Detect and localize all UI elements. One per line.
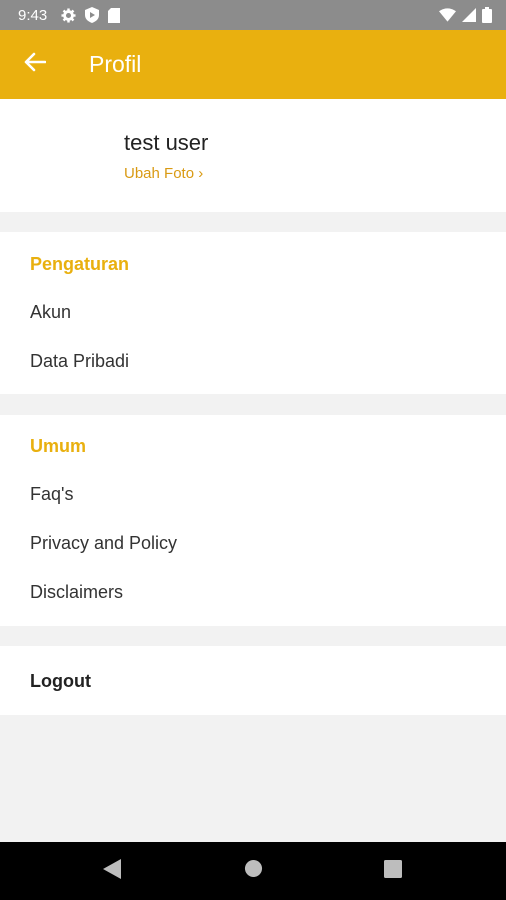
profile-card: test user Ubah Foto ›: [0, 99, 506, 212]
menu-item-label: Faq's: [30, 483, 74, 504]
general-header: Umum: [30, 436, 87, 456]
status-icons-right: [439, 7, 492, 23]
status-time: 9:43: [18, 6, 48, 24]
back-triangle-icon: [103, 858, 121, 884]
menu-item-disclaimers[interactable]: Disclaimers: [0, 570, 506, 614]
recents-square-icon: [384, 859, 402, 883]
system-nav-bar: [0, 842, 506, 900]
nav-recents-button[interactable]: [363, 842, 423, 900]
wifi-icon: [439, 8, 456, 22]
general-section: Umum Faq's Privacy and Policy Disclaimer…: [0, 415, 506, 626]
menu-item-label: Privacy and Policy: [30, 532, 178, 553]
user-name: test user: [124, 130, 209, 155]
profile-screen: 9:43 Profil test user Ubah Foto › Pengat…: [0, 0, 506, 900]
page-title: Profil: [89, 51, 142, 77]
nav-home-button[interactable]: [223, 842, 283, 900]
logout-label: Logout: [30, 670, 91, 691]
shield-icon: [85, 7, 100, 23]
menu-item-label: Disclaimers: [30, 581, 124, 602]
menu-item-privacy-policy[interactable]: Privacy and Policy: [0, 521, 506, 565]
sd-card-icon: [108, 7, 121, 23]
menu-item-personal-data[interactable]: Data Pribadi: [0, 339, 506, 383]
signal-icon: [462, 8, 476, 22]
menu-item-label: Data Pribadi: [30, 350, 130, 371]
settings-header: Pengaturan: [30, 254, 130, 274]
logout-section: Logout: [0, 646, 506, 715]
back-button[interactable]: [0, 30, 70, 99]
gear-icon: [61, 7, 76, 23]
status-icons-left: [61, 7, 121, 23]
change-photo-link[interactable]: Ubah Foto ›: [124, 165, 203, 182]
nav-back-button[interactable]: [82, 842, 142, 900]
battery-icon: [482, 7, 492, 23]
menu-item-label: Akun: [30, 301, 72, 322]
logout-button[interactable]: Logout: [0, 659, 506, 703]
menu-item-account[interactable]: Akun: [0, 290, 506, 334]
menu-item-faq[interactable]: Faq's: [0, 472, 506, 516]
arrow-left-icon: [24, 52, 47, 77]
home-circle-icon: [244, 859, 263, 883]
status-bar: 9:43: [0, 0, 506, 30]
app-bar: Profil: [0, 30, 506, 99]
settings-section: Pengaturan Akun Data Pribadi: [0, 232, 506, 394]
